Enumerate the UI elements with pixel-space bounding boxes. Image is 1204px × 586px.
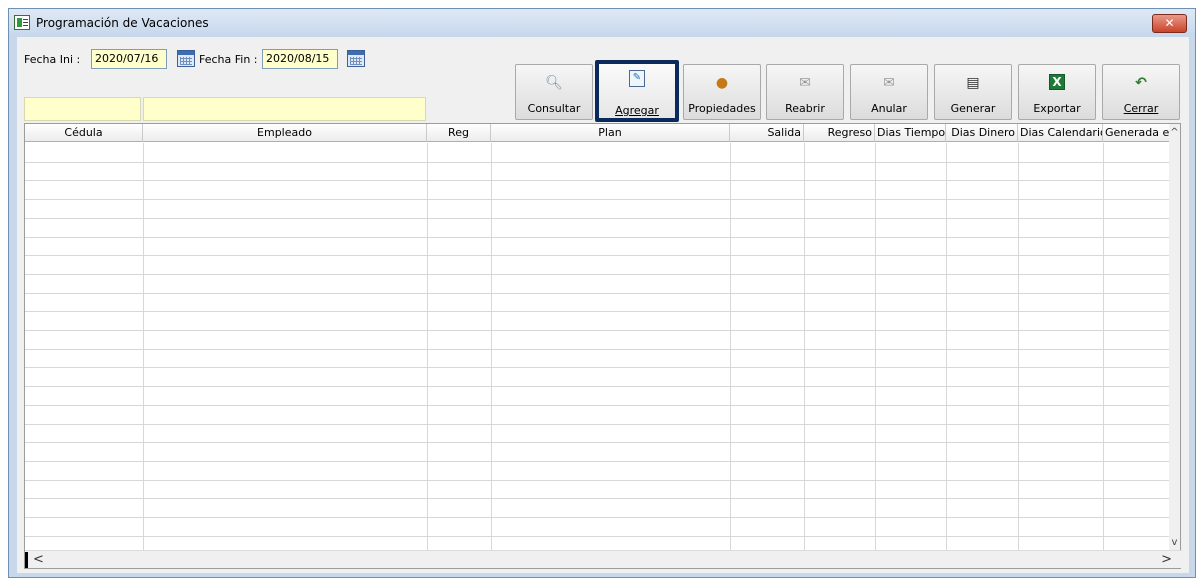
grid-row-line <box>25 180 1170 181</box>
grid-column-line <box>946 143 947 550</box>
grid-row-line <box>25 237 1170 238</box>
app-icon <box>14 15 30 30</box>
cedula-filter-input[interactable] <box>24 97 141 121</box>
grid-row-line <box>25 293 1170 294</box>
fecha-ini-calendar-icon[interactable] <box>177 50 195 67</box>
empleado-filter-input[interactable] <box>143 97 426 121</box>
window-title: Programación de Vacaciones <box>36 16 209 30</box>
grid-row-line <box>25 311 1170 312</box>
propiedades-button[interactable]: ● Propiedades <box>683 64 761 120</box>
fecha-ini-input[interactable]: 2020/07/16 <box>91 49 167 69</box>
grid-column-line <box>1103 143 1104 550</box>
reopen-icon: ✉ <box>799 75 811 91</box>
cerrar-button[interactable]: ↶ Cerrar <box>1102 64 1180 120</box>
col-regreso[interactable]: Regreso <box>804 124 875 142</box>
title-bar: Programación de Vacaciones ✕ <box>9 9 1195 37</box>
grid-row-line <box>25 386 1170 387</box>
consultar-button[interactable]: 🔍︎ Consultar <box>515 64 593 120</box>
void-icon: ✉ <box>883 75 895 91</box>
grid-row-line <box>25 274 1170 275</box>
grid-column-line <box>804 143 805 550</box>
grid-column-line <box>491 143 492 550</box>
client-area: Fecha Ini : 2020/07/16 Fecha Fin : 2020/… <box>17 37 1189 573</box>
row-indicator <box>25 552 28 568</box>
fecha-fin-calendar-icon[interactable] <box>347 50 365 67</box>
grid-column-line <box>427 143 428 550</box>
new-document-icon: ✎ <box>629 70 645 87</box>
generar-button[interactable]: ▤ Generar <box>934 64 1012 120</box>
col-dias-tiempo[interactable]: Dias Tiempo <box>875 124 946 142</box>
col-cedula[interactable]: Cédula <box>25 124 143 142</box>
scroll-left-icon[interactable]: < <box>33 552 44 567</box>
col-plan[interactable]: Plan <box>491 124 730 142</box>
grid-row-line <box>25 349 1170 350</box>
reabrir-button[interactable]: ✉ Reabrir <box>766 64 844 120</box>
fecha-fin-input[interactable]: 2020/08/15 <box>262 49 338 69</box>
grid-column-line <box>875 143 876 550</box>
scroll-right-icon[interactable]: > <box>1161 552 1172 567</box>
undo-arrow-icon: ↶ <box>1135 75 1147 91</box>
vacations-grid: Cédula Empleado Reg Plan Salida Regreso … <box>24 123 1182 569</box>
anular-button[interactable]: ✉ Anular <box>850 64 928 120</box>
exportar-label: Exportar <box>1033 102 1081 115</box>
generar-label: Generar <box>950 102 996 115</box>
horizontal-scrollbar[interactable]: < > <box>25 550 1182 568</box>
grid-column-line <box>143 143 144 550</box>
grid-row-line <box>25 199 1170 200</box>
close-window-button[interactable]: ✕ <box>1152 14 1187 33</box>
vertical-scrollbar[interactable]: ^ v <box>1169 124 1180 550</box>
grid-column-line <box>730 143 731 550</box>
col-empleado[interactable]: Empleado <box>143 124 427 142</box>
scroll-down-icon[interactable]: v <box>1169 536 1180 550</box>
grid-body[interactable] <box>25 143 1170 550</box>
grid-row-line <box>25 480 1170 481</box>
excel-icon: X <box>1049 74 1065 90</box>
grid-row-line <box>25 367 1170 368</box>
magnifier-icon: 🔍︎ <box>545 75 563 91</box>
properties-icon: ● <box>715 75 729 91</box>
col-dias-dinero[interactable]: Dias Dinero <box>946 124 1018 142</box>
agregar-label: Agregar <box>615 104 659 117</box>
agregar-button[interactable]: ✎ Agregar <box>595 60 679 122</box>
grid-row-line <box>25 442 1170 443</box>
grid-row-line <box>25 498 1170 499</box>
col-dias-calendario[interactable]: Dias Calendario <box>1018 124 1103 142</box>
grid-row-line <box>25 424 1170 425</box>
exportar-button[interactable]: X Exportar <box>1018 64 1096 120</box>
cerrar-label: Cerrar <box>1123 102 1159 115</box>
fecha-fin-label: Fecha Fin : <box>199 53 258 66</box>
grid-row-line <box>25 218 1170 219</box>
propiedades-label: Propiedades <box>688 102 756 115</box>
grid-row-line <box>25 536 1170 537</box>
grid-column-line <box>1018 143 1019 550</box>
fecha-ini-label: Fecha Ini : <box>24 53 81 66</box>
col-reg[interactable]: Reg <box>427 124 491 142</box>
grid-row-line <box>25 405 1170 406</box>
programacion-vacaciones-window: Programación de Vacaciones ✕ Fecha Ini :… <box>8 8 1196 578</box>
scroll-up-icon[interactable]: ^ <box>1169 126 1180 140</box>
col-salida[interactable]: Salida <box>730 124 804 142</box>
grid-row-line <box>25 162 1170 163</box>
consultar-label: Consultar <box>527 102 581 115</box>
document-icon: ▤ <box>966 75 980 91</box>
grid-row-line <box>25 517 1170 518</box>
grid-header: Cédula Empleado Reg Plan Salida Regreso … <box>25 124 1170 142</box>
grid-row-line <box>25 461 1170 462</box>
grid-row-line <box>25 330 1170 331</box>
col-generada-en[interactable]: Generada en <box>1103 124 1170 142</box>
grid-row-line <box>25 255 1170 256</box>
reabrir-label: Reabrir <box>785 102 825 115</box>
anular-label: Anular <box>871 102 907 115</box>
